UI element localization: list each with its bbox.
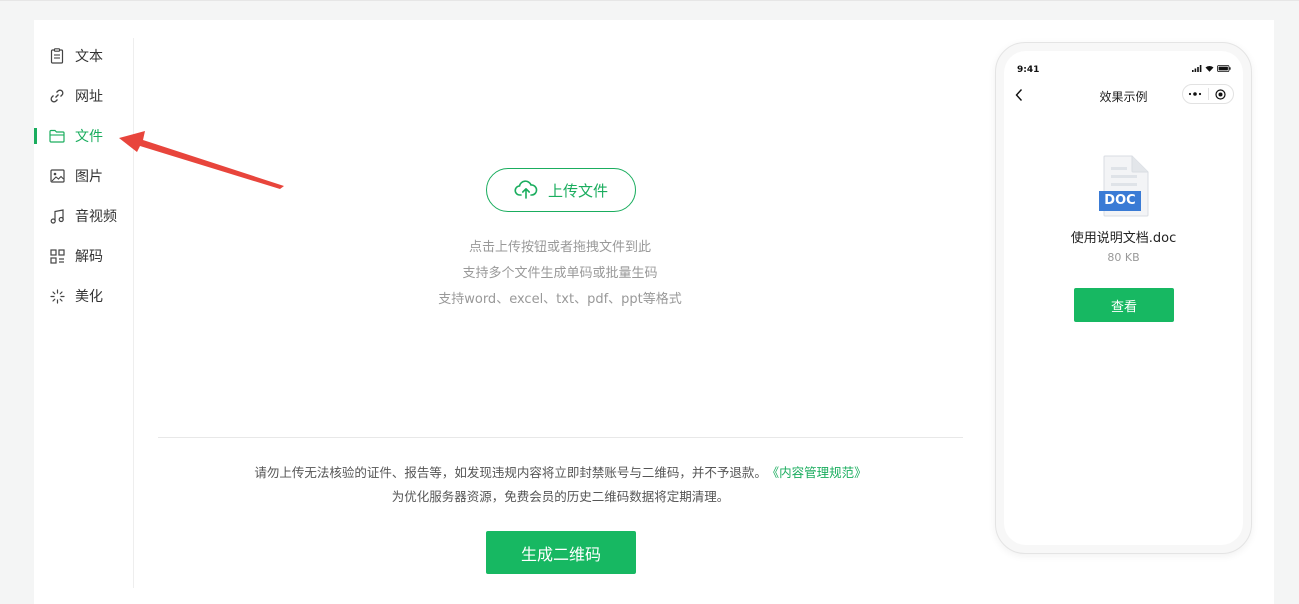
sidebar-item-label: 网址 bbox=[75, 89, 103, 105]
file-name: 使用说明文档.doc bbox=[1070, 231, 1177, 246]
sidebar-item-url[interactable]: 网址 bbox=[34, 76, 134, 116]
battery-icon bbox=[1217, 65, 1231, 72]
wifi-icon bbox=[1205, 65, 1214, 72]
sidebar-item-label: 文本 bbox=[75, 49, 103, 65]
sidebar-divider bbox=[133, 38, 134, 588]
upload-file-button[interactable]: 上传文件 bbox=[486, 168, 636, 212]
close-target-icon[interactable] bbox=[1209, 88, 1234, 100]
upload-hint: 支持word、excel、txt、pdf、ppt等格式 bbox=[438, 292, 682, 307]
sparkle-icon bbox=[49, 288, 65, 304]
upload-hint: 支持多个文件生成单码或批量生码 bbox=[462, 266, 658, 281]
top-divider bbox=[0, 0, 1299, 1]
generate-qrcode-button[interactable]: 生成二维码 bbox=[486, 531, 636, 574]
content-divider bbox=[158, 437, 963, 438]
music-icon bbox=[49, 208, 65, 224]
phone-screen: 9:41 效果示例 DOC 使用说明文档.doc 80 KB 查看 bbox=[1004, 51, 1243, 545]
document-icon bbox=[49, 48, 65, 64]
file-size: 80 KB bbox=[1107, 251, 1140, 264]
notice-line: 请勿上传无法核验的证件、报告等，如发现违规内容将立即封禁账号与二维码，并不予退款… bbox=[158, 462, 963, 481]
image-icon bbox=[49, 168, 65, 184]
sidebar-item-beautify[interactable]: 美化 bbox=[34, 276, 134, 316]
sidebar-item-label: 文件 bbox=[75, 129, 103, 145]
notice-line: 为优化服务器资源，免费会员的历史二维码数据将定期清理。 bbox=[391, 489, 730, 504]
folder-icon bbox=[49, 128, 65, 144]
status-time: 9:41 bbox=[1017, 65, 1040, 75]
miniprogram-capsule bbox=[1182, 84, 1234, 104]
qr-grid-icon bbox=[49, 248, 65, 264]
content-policy-link[interactable]: 《内容管理规范》 bbox=[773, 465, 867, 480]
sidebar: 文本 网址 文件 图片 音视频 解码 美化 bbox=[34, 36, 134, 316]
sidebar-item-text[interactable]: 文本 bbox=[34, 36, 134, 76]
sidebar-item-decode[interactable]: 解码 bbox=[34, 236, 134, 276]
doc-badge: DOC bbox=[1104, 193, 1136, 208]
more-dots-icon[interactable] bbox=[1183, 92, 1208, 96]
notice-text: 请勿上传无法核验的证件、报告等，如发现违规内容将立即封禁账号与二维码，并不予退款… bbox=[254, 465, 767, 480]
sidebar-item-image[interactable]: 图片 bbox=[34, 156, 134, 196]
sidebar-item-label: 图片 bbox=[75, 169, 103, 185]
sidebar-item-label: 音视频 bbox=[75, 209, 117, 225]
phone-preview: 9:41 效果示例 DOC 使用说明文档.doc 80 KB 查看 bbox=[995, 42, 1252, 554]
signal-icon bbox=[1192, 65, 1202, 72]
doc-file-icon: DOC bbox=[1099, 155, 1149, 221]
upload-button-label: 上传文件 bbox=[547, 181, 608, 200]
sidebar-item-label: 解码 bbox=[75, 249, 103, 265]
cloud-upload-icon bbox=[514, 180, 538, 200]
main-panel: 文本 网址 文件 图片 音视频 解码 美化 上传文件 点击上传按钮或者拖拽文件到… bbox=[34, 20, 1274, 604]
sidebar-item-label: 美化 bbox=[75, 289, 103, 305]
status-icons bbox=[1192, 65, 1231, 72]
view-button[interactable]: 查看 bbox=[1074, 288, 1174, 322]
sidebar-item-audio-video[interactable]: 音视频 bbox=[34, 196, 134, 236]
upload-hint: 点击上传按钮或者拖拽文件到此 bbox=[468, 240, 651, 255]
sidebar-item-file[interactable]: 文件 bbox=[34, 116, 134, 156]
link-icon bbox=[49, 88, 65, 104]
